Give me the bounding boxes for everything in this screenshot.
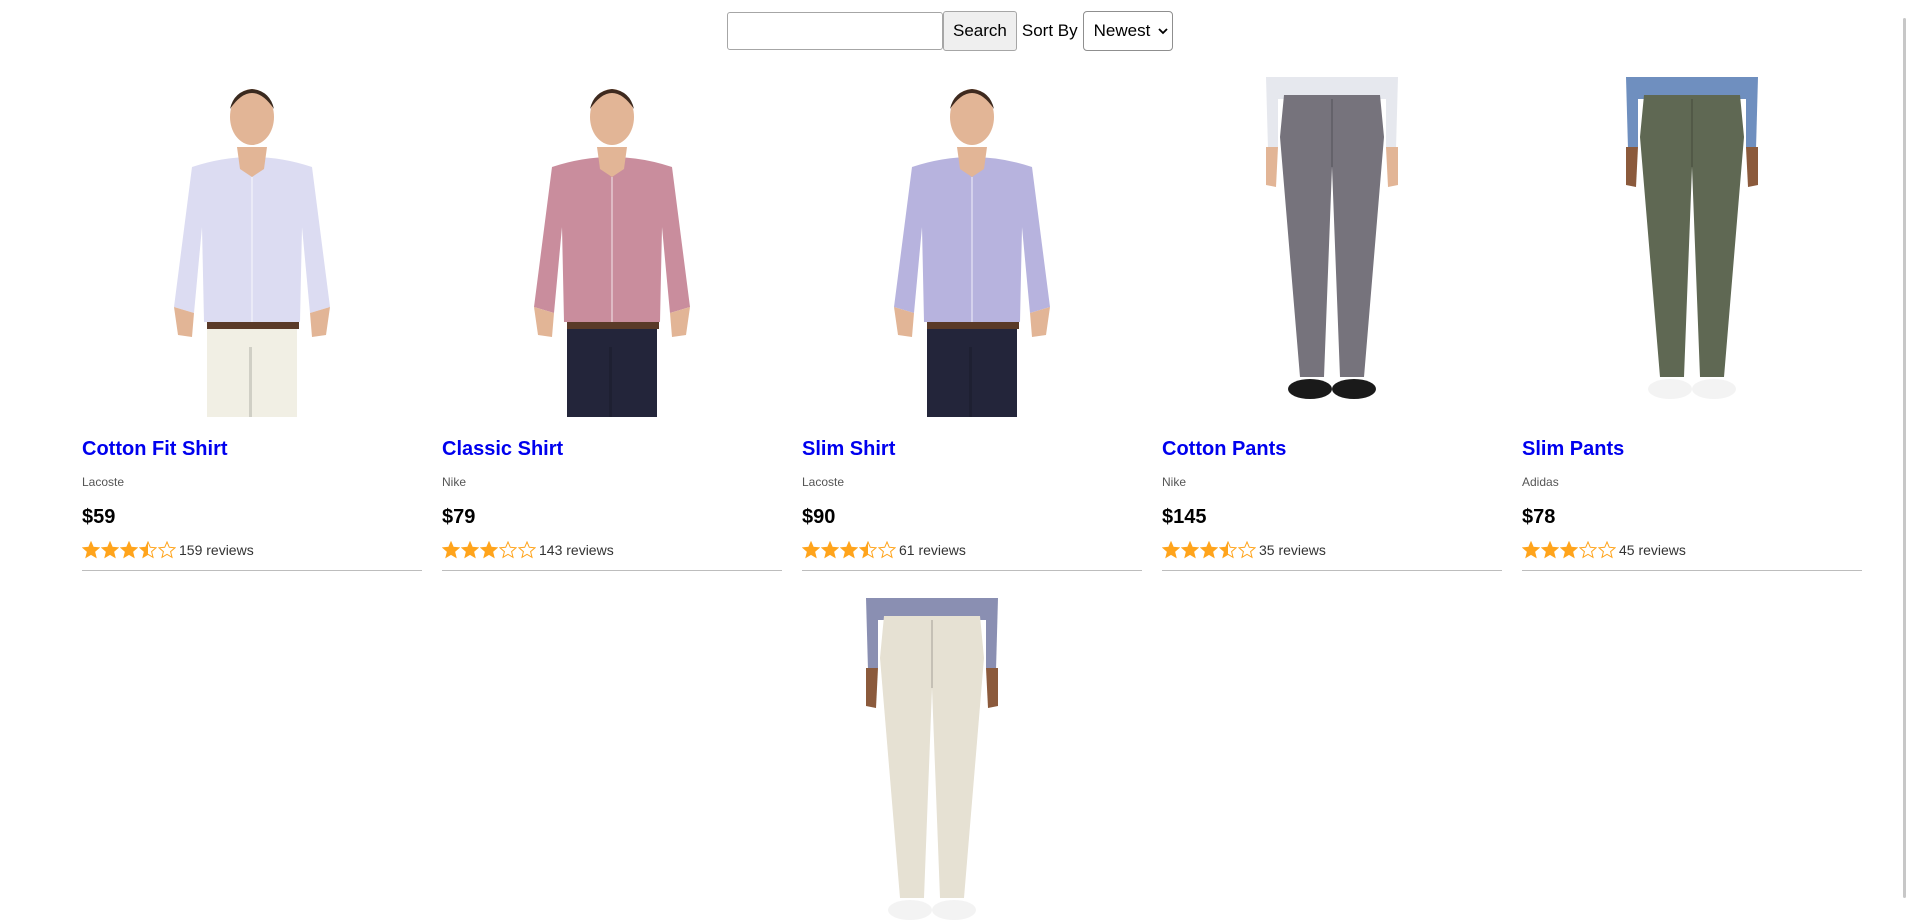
- search-button[interactable]: Search: [943, 11, 1017, 51]
- product-rating: 159 reviews: [82, 540, 422, 560]
- product-rating: 35 reviews: [1162, 540, 1502, 560]
- rating-stars: [802, 541, 896, 559]
- search-bar: Search Sort By Newest: [727, 11, 1174, 51]
- divider: [1522, 570, 1862, 571]
- sort-label: Sort By: [1021, 21, 1078, 40]
- star-full-icon: [821, 541, 839, 559]
- star-full-icon: [1200, 541, 1218, 559]
- product-title-link[interactable]: Cotton Pants: [1162, 437, 1502, 461]
- search-input[interactable]: [727, 12, 943, 50]
- product-image-shirt[interactable]: [802, 77, 1142, 417]
- star-half-icon: [1219, 541, 1237, 559]
- star-full-icon: [840, 541, 858, 559]
- product-title-link[interactable]: Slim Pants: [1522, 437, 1862, 461]
- chevron-down-icon: [1158, 28, 1168, 35]
- star-full-icon: [442, 541, 460, 559]
- product-title-link[interactable]: Slim Shirt: [802, 437, 1142, 461]
- product-image-shirt[interactable]: [82, 77, 422, 417]
- rating-stars: [82, 541, 176, 559]
- product-card: Slim Shirt Lacoste $90 61 reviews: [802, 77, 1142, 571]
- star-full-icon: [120, 541, 138, 559]
- rating-stars: [1162, 541, 1256, 559]
- product-image-pants[interactable]: [1522, 77, 1862, 417]
- star-full-icon: [1181, 541, 1199, 559]
- product-price: $59: [82, 506, 116, 528]
- product-listing-page: Search Sort By Newest Cotton Fit Shirt La…: [0, 0, 1908, 921]
- rating-stars: [1522, 541, 1616, 559]
- product-card: Classic Shirt Nike $79 143 reviews: [442, 77, 782, 571]
- product-title-link[interactable]: Classic Shirt: [442, 437, 782, 461]
- product-card: Cotton Fit Shirt Lacoste $59 159 reviews: [82, 77, 422, 571]
- star-empty-icon: [499, 541, 517, 559]
- star-empty-icon: [1238, 541, 1256, 559]
- product-price: $79: [442, 506, 476, 528]
- star-full-icon: [82, 541, 100, 559]
- scrollbar-thumb[interactable]: [1903, 18, 1906, 898]
- product-rating: 45 reviews: [1522, 540, 1862, 560]
- product-price: $90: [802, 506, 836, 528]
- scrollbar[interactable]: [1891, 0, 1908, 921]
- rating-stars: [442, 541, 536, 559]
- review-count[interactable]: 143 reviews: [539, 542, 614, 558]
- star-full-icon: [1162, 541, 1180, 559]
- review-count[interactable]: 159 reviews: [179, 542, 254, 558]
- product-card: Slim Pants Adidas $78 45 reviews: [1522, 77, 1862, 571]
- divider: [442, 570, 782, 571]
- product-image-pants[interactable]: [762, 598, 1102, 921]
- product-image-pants[interactable]: [1162, 77, 1502, 417]
- star-empty-icon: [878, 541, 896, 559]
- star-empty-icon: [1598, 541, 1616, 559]
- sort-selected-value: Newest: [1093, 21, 1151, 40]
- star-full-icon: [1541, 541, 1559, 559]
- product-card: Cotton Pants Nike $145 35 reviews: [1162, 77, 1502, 571]
- star-empty-icon: [1579, 541, 1597, 559]
- product-brand: Nike: [1162, 475, 1187, 489]
- divider: [82, 570, 422, 571]
- divider: [802, 570, 1142, 571]
- star-half-icon: [859, 541, 877, 559]
- star-full-icon: [802, 541, 820, 559]
- star-empty-icon: [518, 541, 536, 559]
- star-empty-icon: [158, 541, 176, 559]
- star-full-icon: [461, 541, 479, 559]
- product-brand: Adidas: [1522, 475, 1559, 489]
- product-brand: Nike: [442, 475, 467, 489]
- product-image-shirt[interactable]: [442, 77, 782, 417]
- product-card: [762, 598, 1102, 921]
- star-full-icon: [1522, 541, 1540, 559]
- product-brand: Lacoste: [802, 475, 845, 489]
- product-rating: 143 reviews: [442, 540, 782, 560]
- product-rating: 61 reviews: [802, 540, 1142, 560]
- divider: [1162, 570, 1502, 571]
- star-full-icon: [480, 541, 498, 559]
- product-brand: Lacoste: [82, 475, 125, 489]
- star-full-icon: [1560, 541, 1578, 559]
- sort-select[interactable]: Newest: [1082, 11, 1174, 51]
- star-half-icon: [139, 541, 157, 559]
- review-count[interactable]: 35 reviews: [1259, 542, 1326, 558]
- star-full-icon: [101, 541, 119, 559]
- product-price: $145: [1162, 506, 1207, 528]
- product-title-link[interactable]: Cotton Fit Shirt: [82, 437, 422, 461]
- review-count[interactable]: 45 reviews: [1619, 542, 1686, 558]
- review-count[interactable]: 61 reviews: [899, 542, 966, 558]
- product-price: $78: [1522, 506, 1556, 528]
